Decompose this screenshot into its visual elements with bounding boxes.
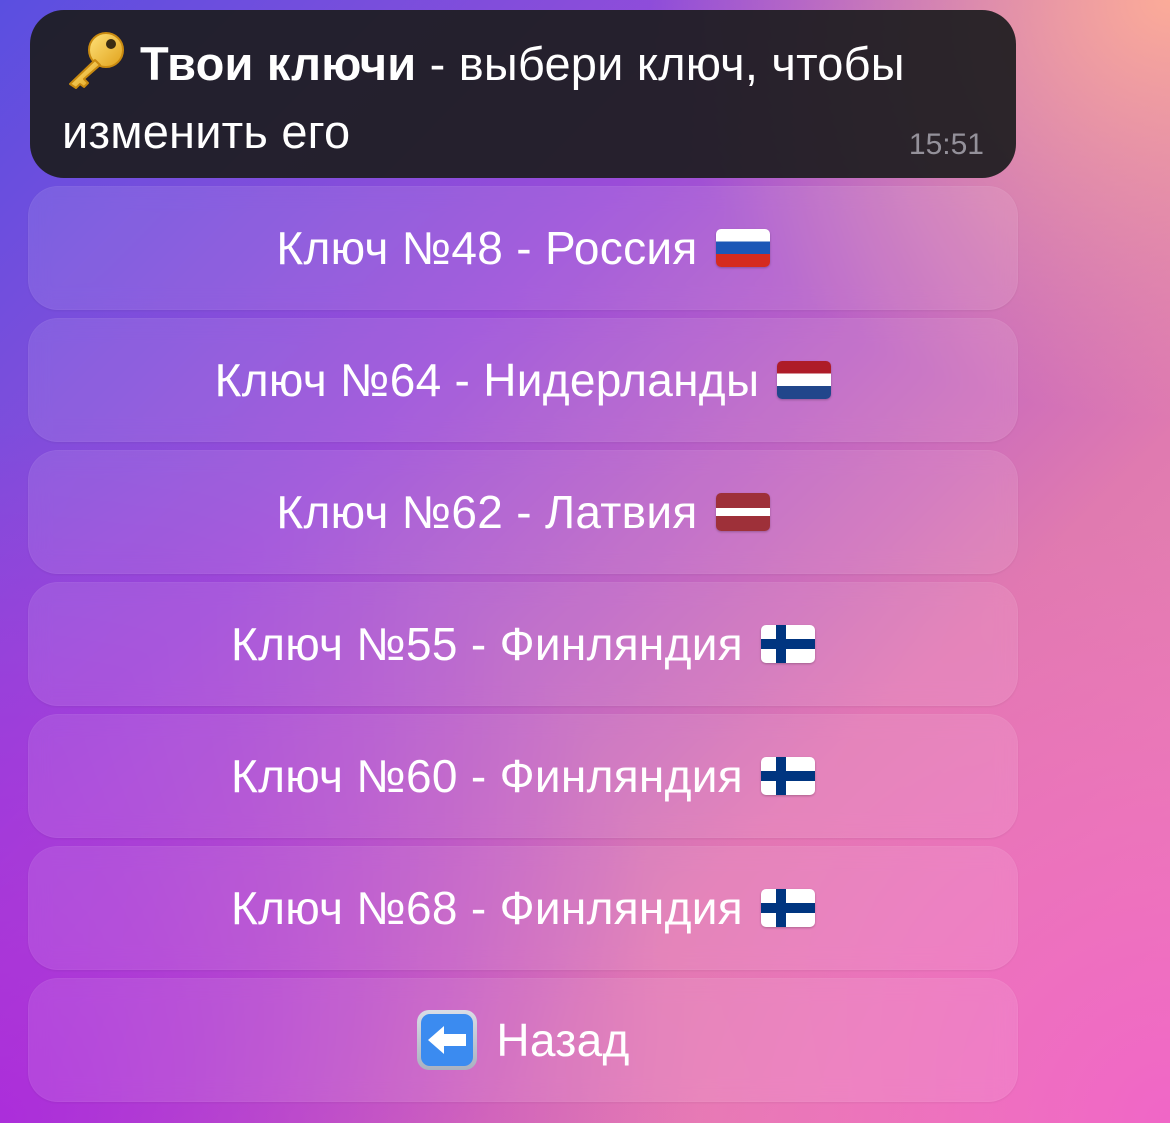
key-55-label: Ключ №55 - Финляндия xyxy=(231,618,743,670)
key-55-button[interactable]: Ключ №55 - Финляндия xyxy=(28,582,1018,706)
back-arrow-icon xyxy=(416,1009,478,1071)
key-64-button[interactable]: Ключ №64 - Нидерланды xyxy=(28,318,1018,442)
key-60-label: Ключ №60 - Финляндия xyxy=(231,750,743,802)
key-48-label: Ключ №48 - Россия xyxy=(276,222,698,274)
flag-russia-icon xyxy=(715,229,770,267)
key-60-button[interactable]: Ключ №60 - Финляндия xyxy=(28,714,1018,838)
key-62-label: Ключ №62 - Латвия xyxy=(276,486,698,538)
key-48-button[interactable]: Ключ №48 - Россия xyxy=(28,186,1018,310)
back-button[interactable]: Назад xyxy=(28,978,1018,1102)
flag-finland-icon xyxy=(760,757,815,795)
back-label: Назад xyxy=(496,1014,630,1066)
key-icon xyxy=(62,30,128,90)
message-bubble: Твои ключи - выбери ключ, чтобы изменить… xyxy=(30,10,1016,178)
key-68-label: Ключ №68 - Финляндия xyxy=(231,882,743,934)
key-68-button[interactable]: Ключ №68 - Финляндия xyxy=(28,846,1018,970)
message-timestamp: 15:51 xyxy=(908,128,984,161)
key-62-button[interactable]: Ключ №62 - Латвия xyxy=(28,450,1018,574)
message-text: Твои ключи - выбери ключ, чтобы изменить… xyxy=(62,30,982,166)
chat-area: Твои ключи - выбери ключ, чтобы изменить… xyxy=(28,10,1018,1110)
flag-finland-icon xyxy=(760,625,815,663)
key-64-label: Ключ №64 - Нидерланды xyxy=(214,354,760,406)
message-title: Твои ключи xyxy=(140,37,417,90)
flag-latvia-icon xyxy=(715,493,770,531)
flag-netherlands-icon xyxy=(777,361,832,399)
flag-finland-icon xyxy=(760,889,815,927)
inline-keyboard: Ключ №48 - Россия Ключ №64 - Нидерланды … xyxy=(28,186,1018,1102)
